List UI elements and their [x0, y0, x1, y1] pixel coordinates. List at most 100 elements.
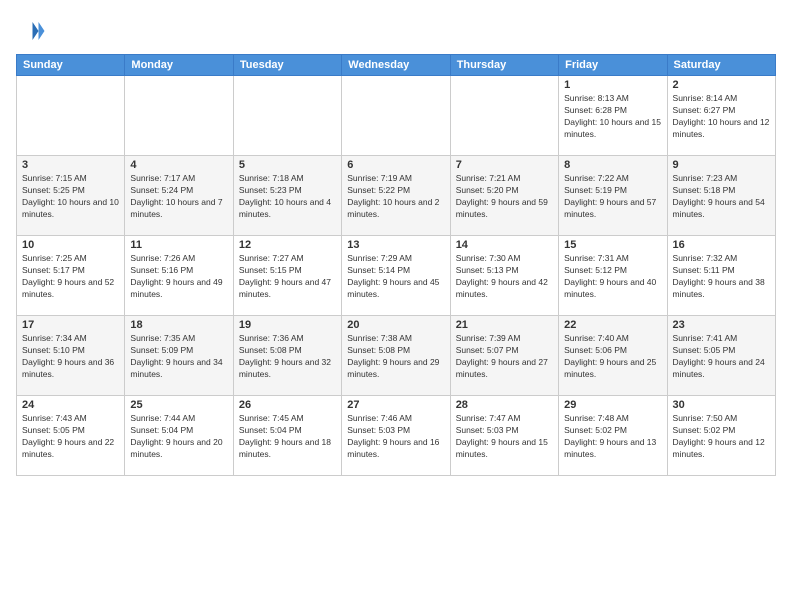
day-number: 10 — [22, 239, 119, 251]
calendar-cell: 15Sunrise: 7:31 AM Sunset: 5:12 PM Dayli… — [559, 236, 667, 316]
calendar-cell: 30 Sunrise: 7:50 AM Sunset: 5:02 PM Dayli… — [667, 396, 775, 476]
day-number: 19 — [239, 319, 336, 331]
day-info: Sunrise: 7:23 AM Sunset: 5:18 PM Dayligh… — [673, 173, 770, 221]
calendar-cell: 27 Sunrise: 7:46 AM Sunset: 5:03 PM Dayli… — [342, 396, 450, 476]
calendar-cell: 23 Sunrise: 7:41 AM Sunset: 5:05 PM Dayli… — [667, 316, 775, 396]
day-number: 8 — [564, 159, 661, 171]
day-info: Sunrise: 7:35 AM Sunset: 5:09 PM Dayligh… — [130, 333, 227, 381]
weekday-header-thursday: Thursday — [450, 55, 558, 76]
weekday-header-tuesday: Tuesday — [233, 55, 341, 76]
day-number: 24 — [22, 399, 119, 411]
calendar-week-3: 10 Sunrise: 7:25 AM Sunset: 5:17 PM Dayli… — [17, 236, 776, 316]
calendar-cell: 8 Sunrise: 7:22 AM Sunset: 5:19 PM Daylig… — [559, 156, 667, 236]
calendar-cell: 22 Sunrise: 7:40 AM Sunset: 5:06 PM Dayli… — [559, 316, 667, 396]
day-number: 22 — [564, 319, 661, 331]
day-info: Sunrise: 8:14 AM Sunset: 6:27 PM Dayligh… — [673, 93, 770, 141]
calendar-week-5: 24 Sunrise: 7:43 AM Sunset: 5:05 PM Dayli… — [17, 396, 776, 476]
day-info: Sunrise: 7:43 AM Sunset: 5:05 PM Dayligh… — [22, 413, 119, 461]
day-info: Sunrise: 7:39 AM Sunset: 5:07 PM Dayligh… — [456, 333, 553, 381]
calendar-week-2: 3 Sunrise: 7:15 AM Sunset: 5:25 PM Daylig… — [17, 156, 776, 236]
calendar-cell: 4Sunrise: 7:17 AM Sunset: 5:24 PM Daylig… — [125, 156, 233, 236]
day-number: 3 — [22, 159, 119, 171]
calendar-cell: 2 Sunrise: 8:14 AM Sunset: 6:27 PM Daylig… — [667, 76, 775, 156]
day-info: Sunrise: 7:36 AM Sunset: 5:08 PM Dayligh… — [239, 333, 336, 381]
calendar-cell: 21Sunrise: 7:39 AM Sunset: 5:07 PM Dayli… — [450, 316, 558, 396]
day-info: Sunrise: 7:45 AM Sunset: 5:04 PM Dayligh… — [239, 413, 336, 461]
day-number: 29 — [564, 399, 661, 411]
day-number: 30 — [673, 399, 770, 411]
day-info: Sunrise: 7:48 AM Sunset: 5:02 PM Dayligh… — [564, 413, 661, 461]
logo-icon — [16, 16, 46, 46]
calendar: SundayMondayTuesdayWednesdayThursdayFrid… — [16, 54, 776, 476]
calendar-cell: 16 Sunrise: 7:32 AM Sunset: 5:11 PM Dayli… — [667, 236, 775, 316]
logo — [16, 16, 50, 46]
day-number: 14 — [456, 239, 553, 251]
day-info: Sunrise: 7:27 AM Sunset: 5:15 PM Dayligh… — [239, 253, 336, 301]
calendar-cell: 3 Sunrise: 7:15 AM Sunset: 5:25 PM Daylig… — [17, 156, 125, 236]
calendar-cell — [125, 76, 233, 156]
day-info: Sunrise: 7:30 AM Sunset: 5:13 PM Dayligh… — [456, 253, 553, 301]
day-number: 27 — [347, 399, 444, 411]
day-number: 16 — [673, 239, 770, 251]
calendar-cell: 5 Sunrise: 7:18 AM Sunset: 5:23 PM Daylig… — [233, 156, 341, 236]
calendar-cell: 9 Sunrise: 7:23 AM Sunset: 5:18 PM Daylig… — [667, 156, 775, 236]
day-number: 12 — [239, 239, 336, 251]
day-number: 7 — [456, 159, 553, 171]
day-number: 15 — [564, 239, 661, 251]
day-info: Sunrise: 7:15 AM Sunset: 5:25 PM Dayligh… — [22, 173, 119, 221]
calendar-cell: 26 Sunrise: 7:45 AM Sunset: 5:04 PM Dayli… — [233, 396, 341, 476]
calendar-cell: 28Sunrise: 7:47 AM Sunset: 5:03 PM Dayli… — [450, 396, 558, 476]
calendar-cell: 10 Sunrise: 7:25 AM Sunset: 5:17 PM Dayli… — [17, 236, 125, 316]
day-number: 4 — [130, 159, 227, 171]
calendar-cell: 17Sunrise: 7:34 AM Sunset: 5:10 PM Dayli… — [17, 316, 125, 396]
calendar-cell: 29 Sunrise: 7:48 AM Sunset: 5:02 PM Dayli… — [559, 396, 667, 476]
day-number: 26 — [239, 399, 336, 411]
weekday-header-monday: Monday — [125, 55, 233, 76]
calendar-cell — [450, 76, 558, 156]
calendar-cell: 19 Sunrise: 7:36 AM Sunset: 5:08 PM Dayli… — [233, 316, 341, 396]
day-number: 17 — [22, 319, 119, 331]
day-number: 2 — [673, 79, 770, 91]
day-number: 25 — [130, 399, 227, 411]
calendar-cell — [233, 76, 341, 156]
day-info: Sunrise: 7:46 AM Sunset: 5:03 PM Dayligh… — [347, 413, 444, 461]
day-info: Sunrise: 7:18 AM Sunset: 5:23 PM Dayligh… — [239, 173, 336, 221]
calendar-cell: 14 Sunrise: 7:30 AM Sunset: 5:13 PM Dayli… — [450, 236, 558, 316]
day-info: Sunrise: 7:38 AM Sunset: 5:08 PM Dayligh… — [347, 333, 444, 381]
calendar-cell: 25Sunrise: 7:44 AM Sunset: 5:04 PM Dayli… — [125, 396, 233, 476]
page: SundayMondayTuesdayWednesdayThursdayFrid… — [0, 0, 792, 612]
header — [16, 16, 776, 46]
day-info: Sunrise: 7:26 AM Sunset: 5:16 PM Dayligh… — [130, 253, 227, 301]
weekday-header-sunday: Sunday — [17, 55, 125, 76]
calendar-week-1: 1 Sunrise: 8:13 AM Sunset: 6:28 PM Daylig… — [17, 76, 776, 156]
day-number: 5 — [239, 159, 336, 171]
day-number: 18 — [130, 319, 227, 331]
calendar-cell: 20 Sunrise: 7:38 AM Sunset: 5:08 PM Dayli… — [342, 316, 450, 396]
day-info: Sunrise: 7:40 AM Sunset: 5:06 PM Dayligh… — [564, 333, 661, 381]
day-info: Sunrise: 7:22 AM Sunset: 5:19 PM Dayligh… — [564, 173, 661, 221]
day-number: 1 — [564, 79, 661, 91]
day-number: 11 — [130, 239, 227, 251]
weekday-header-friday: Friday — [559, 55, 667, 76]
day-info: Sunrise: 7:41 AM Sunset: 5:05 PM Dayligh… — [673, 333, 770, 381]
day-number: 23 — [673, 319, 770, 331]
day-info: Sunrise: 8:13 AM Sunset: 6:28 PM Dayligh… — [564, 93, 661, 141]
day-info: Sunrise: 7:21 AM Sunset: 5:20 PM Dayligh… — [456, 173, 553, 221]
calendar-cell: 12 Sunrise: 7:27 AM Sunset: 5:15 PM Dayli… — [233, 236, 341, 316]
day-info: Sunrise: 7:47 AM Sunset: 5:03 PM Dayligh… — [456, 413, 553, 461]
day-number: 6 — [347, 159, 444, 171]
weekday-header-saturday: Saturday — [667, 55, 775, 76]
calendar-cell: 24 Sunrise: 7:43 AM Sunset: 5:05 PM Dayli… — [17, 396, 125, 476]
day-info: Sunrise: 7:50 AM Sunset: 5:02 PM Dayligh… — [673, 413, 770, 461]
day-info: Sunrise: 7:32 AM Sunset: 5:11 PM Dayligh… — [673, 253, 770, 301]
day-info: Sunrise: 7:25 AM Sunset: 5:17 PM Dayligh… — [22, 253, 119, 301]
calendar-cell — [342, 76, 450, 156]
calendar-week-4: 17Sunrise: 7:34 AM Sunset: 5:10 PM Dayli… — [17, 316, 776, 396]
day-number: 13 — [347, 239, 444, 251]
calendar-cell: 13Sunrise: 7:29 AM Sunset: 5:14 PM Dayli… — [342, 236, 450, 316]
calendar-header-row: SundayMondayTuesdayWednesdayThursdayFrid… — [17, 55, 776, 76]
calendar-cell: 1 Sunrise: 8:13 AM Sunset: 6:28 PM Daylig… — [559, 76, 667, 156]
calendar-cell: 11 Sunrise: 7:26 AM Sunset: 5:16 PM Dayli… — [125, 236, 233, 316]
day-number: 20 — [347, 319, 444, 331]
day-number: 9 — [673, 159, 770, 171]
